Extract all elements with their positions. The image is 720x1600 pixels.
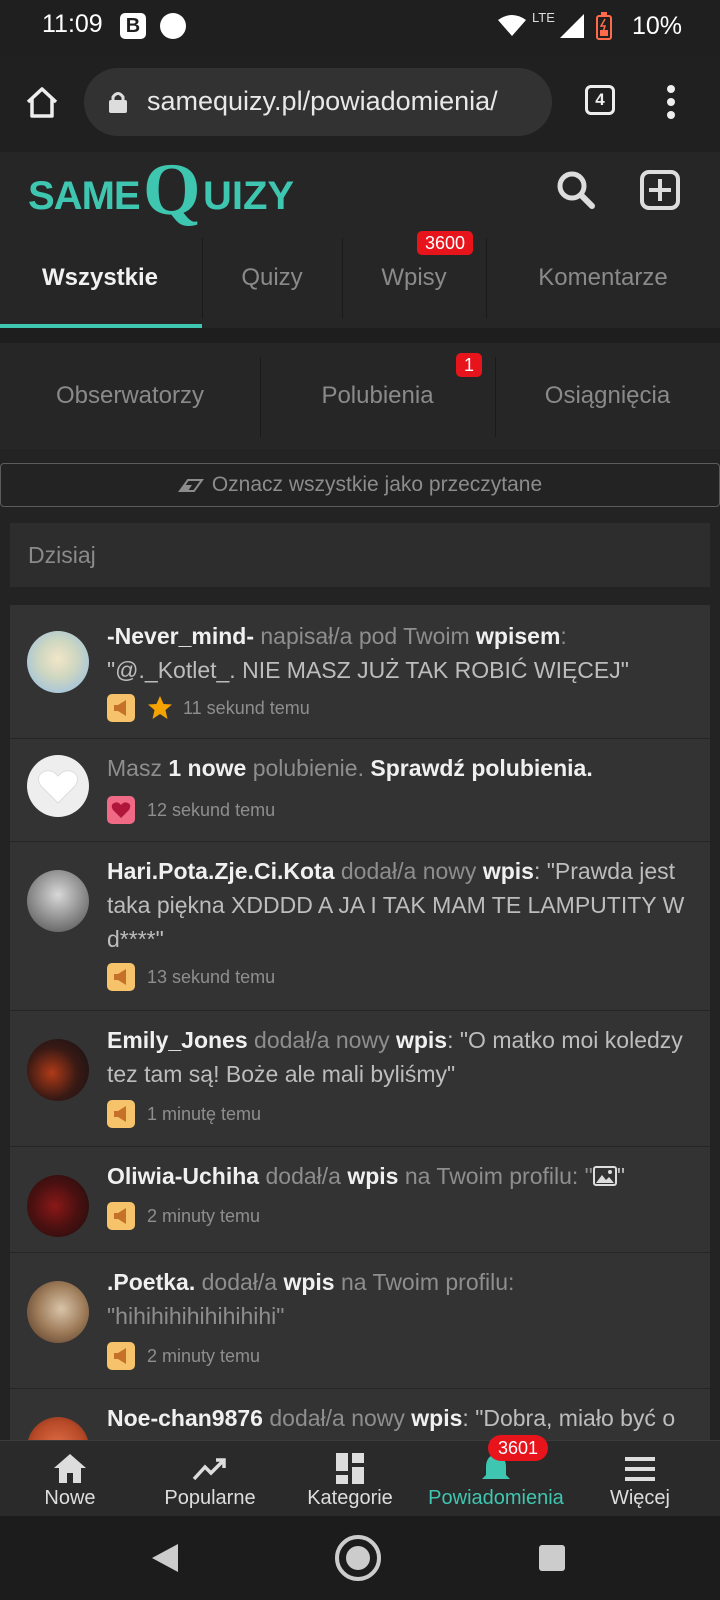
avatar[interactable]: [27, 1039, 89, 1101]
home-icon: [54, 1454, 86, 1483]
nav-wiecej[interactable]: Więcej: [570, 1441, 710, 1517]
notification-dot-icon: [160, 13, 186, 39]
battery-icon: [596, 12, 612, 40]
battery-percent: 10%: [632, 12, 683, 40]
star-icon: [148, 696, 172, 719]
target-link: wpisem: [476, 623, 561, 649]
day-header: Dzisiaj: [10, 523, 710, 587]
nav-popularne[interactable]: Popularne: [140, 1441, 280, 1517]
eraser-icon: [177, 479, 204, 493]
user-name: Oliwia-Uchiha: [107, 1163, 260, 1189]
post-excerpt: "@._Kotlet_. NIE MASZ JUŻ TAK ROBIĆ WIĘC…: [107, 657, 629, 683]
tabs-row-main: Wszystkie Quizy Wpisy 3600 Komentarze: [0, 228, 720, 328]
heart-icon: [107, 796, 135, 824]
heart-avatar: [27, 755, 89, 817]
user-name: -Never_mind-: [107, 623, 254, 649]
timestamp: 12 sekund temu: [147, 799, 276, 820]
site-header: SAME Q UIZY: [0, 149, 720, 231]
recents-icon[interactable]: [538, 1544, 566, 1572]
tab-osiagniecia[interactable]: Osiągnięcia: [495, 343, 720, 449]
mark-all-read-button[interactable]: Oznacz wszystkie jako przeczytane: [0, 463, 720, 507]
wpisy-count-badge: 3600: [417, 231, 474, 255]
notification-item[interactable]: Hari.Pota.Zje.Ci.Kota dodał/a nowy wpis:…: [10, 842, 710, 1011]
megaphone-icon: [107, 1100, 135, 1128]
polubienia-count-badge: 1: [456, 353, 483, 377]
notifications-count-badge: 3601: [488, 1435, 549, 1461]
wifi-icon: [498, 15, 526, 36]
browser-toolbar: samequizy.pl/powiadomienia/ 4: [0, 56, 720, 154]
home-icon[interactable]: [24, 84, 60, 120]
add-quiz-icon[interactable]: [640, 170, 680, 210]
search-icon[interactable]: [556, 170, 596, 210]
system-navigation-bar: [0, 1516, 720, 1600]
timestamp: 2 minuty temu: [147, 1345, 261, 1366]
url-text: samequizy.pl/powiadomienia/: [147, 86, 498, 116]
nav-nowe[interactable]: Nowe: [0, 1441, 140, 1517]
post-excerpt: : "Dobra, miało być o: [462, 1405, 676, 1431]
target-link: wpis: [283, 1269, 335, 1295]
trending-icon: [192, 1458, 226, 1481]
menu-icon: [625, 1457, 655, 1481]
notification-item[interactable]: -Never_mind- napisał/a pod Twoim wpisem:…: [10, 605, 710, 739]
tabs-row-secondary: Obserwatorzy Polubienia 1 Osiągnięcia: [0, 343, 720, 449]
overflow-menu-icon[interactable]: [664, 84, 678, 120]
categories-icon: [336, 1453, 364, 1484]
notification-item[interactable]: Oliwia-Uchiha dodał/a wpis na Twoim prof…: [10, 1147, 710, 1253]
target-link: wpis: [411, 1405, 463, 1431]
user-name: Emily_Jones: [107, 1027, 248, 1053]
nav-powiadomienia[interactable]: Powiadomienia 3601: [416, 1435, 576, 1517]
status-time: 11:09: [42, 10, 103, 38]
mark-all-read-label: Oznacz wszystkie jako przeczytane: [211, 473, 543, 496]
target-link: wpis: [482, 858, 534, 884]
tab-count-button[interactable]: 4: [585, 85, 615, 115]
timestamp: 13 sekund temu: [147, 966, 276, 987]
notification-item[interactable]: Masz 1 nowe polubienie. Sprawdź polubien…: [10, 739, 710, 842]
tab-obserwatorzy[interactable]: Obserwatorzy: [0, 343, 260, 449]
avatar[interactable]: [27, 870, 89, 932]
megaphone-icon: [107, 1202, 135, 1230]
status-bar: 11:09 B LTE 10%: [0, 0, 720, 56]
avatar[interactable]: [27, 1175, 89, 1237]
signal-icon: [560, 14, 584, 38]
user-name: Hari.Pota.Zje.Ci.Kota: [107, 858, 335, 884]
lock-icon: [109, 92, 127, 113]
notification-b-icon: B: [120, 13, 146, 39]
check-likes-link[interactable]: Sprawdź polubienia.: [370, 755, 592, 781]
avatar[interactable]: [27, 631, 89, 693]
tab-quizy[interactable]: Quizy: [202, 228, 342, 328]
url-bar[interactable]: samequizy.pl/powiadomienia/: [84, 68, 552, 136]
tab-komentarze[interactable]: Komentarze: [486, 228, 720, 328]
timestamp: 1 minutę temu: [147, 1103, 262, 1124]
target-link: wpis: [395, 1027, 448, 1053]
megaphone-icon: [107, 694, 135, 722]
nav-kategorie[interactable]: Kategorie: [280, 1441, 420, 1517]
notification-item[interactable]: .Poetka. dodał/a wpis na Twoim profilu: …: [10, 1253, 710, 1389]
megaphone-icon: [107, 1342, 135, 1370]
image-icon: [592, 1166, 617, 1186]
home-button-icon[interactable]: [334, 1534, 382, 1582]
tabs-divider: [0, 328, 720, 343]
back-icon[interactable]: [150, 1542, 180, 1574]
network-type: LTE: [532, 10, 555, 25]
notification-item[interactable]: Emily_Jones dodał/a nowy wpis: "O matko …: [10, 1011, 710, 1147]
user-name: .Poetka.: [107, 1269, 196, 1295]
tab-wszystkie[interactable]: Wszystkie: [0, 228, 200, 328]
target-link: wpis: [347, 1163, 399, 1189]
bottom-navigation: Nowe Popularne Kategorie Powiadomienia 3…: [0, 1435, 720, 1517]
timestamp: 11 sekund temu: [183, 697, 310, 718]
megaphone-icon: [107, 963, 135, 991]
avatar[interactable]: [27, 1281, 89, 1343]
logo-quizy-rest: UIZY: [203, 174, 295, 218]
user-name: Noe-chan9876: [107, 1405, 263, 1431]
timestamp: 2 minuty temu: [147, 1205, 261, 1226]
